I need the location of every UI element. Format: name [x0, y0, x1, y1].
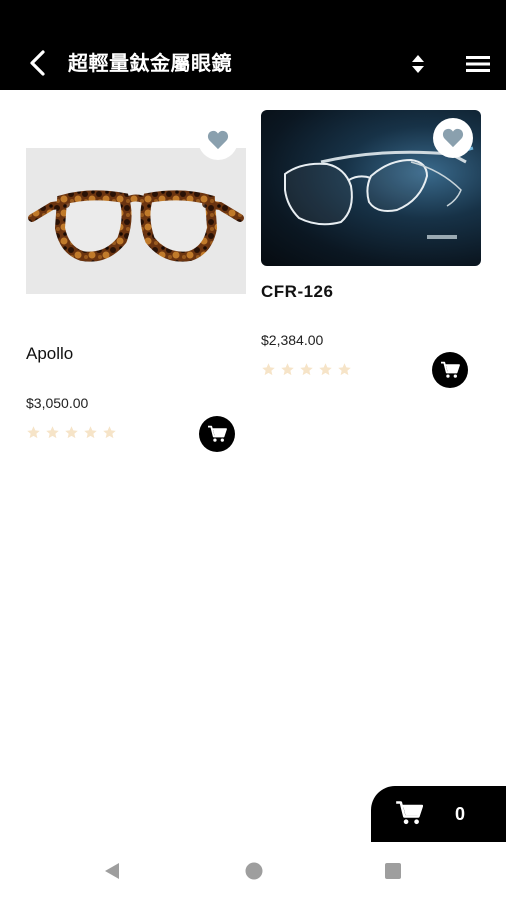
favorite-button[interactable] [433, 118, 473, 158]
star-icon [338, 363, 351, 376]
sort-button[interactable] [404, 50, 432, 78]
favorite-button[interactable] [198, 120, 238, 160]
product-price: $3,050.00 [26, 395, 89, 411]
heart-icon [442, 128, 464, 148]
page-title: 超輕量鈦金屬眼鏡 [68, 51, 232, 75]
cart-count: 0 [455, 804, 466, 824]
star-icon [65, 426, 78, 439]
star-icon [27, 426, 40, 439]
product-price: $2,384.00 [261, 332, 324, 348]
hamburger-menu-icon [466, 56, 490, 72]
nav-recents-icon[interactable] [384, 862, 402, 880]
chevron-left-icon [30, 50, 45, 76]
sort-icon [412, 55, 424, 73]
product-name[interactable]: CFR-126 [261, 282, 333, 302]
star-icon [319, 363, 332, 376]
back-button[interactable] [22, 46, 52, 80]
system-nav-bar [0, 842, 506, 900]
cart-icon [208, 425, 227, 442]
product-image[interactable] [26, 148, 246, 294]
star-icon [262, 363, 275, 376]
cart-icon [441, 361, 460, 378]
star-icon [300, 363, 313, 376]
rating-stars [26, 425, 117, 440]
nav-home-icon[interactable] [244, 861, 264, 881]
product-name[interactable]: Apollo [26, 344, 73, 364]
menu-button[interactable] [462, 50, 494, 78]
star-icon [46, 426, 59, 439]
product-grid: Apollo $3,050.00 CFR-126 $2,384.00 [0, 90, 506, 790]
add-to-cart-button[interactable] [432, 352, 468, 388]
star-icon [84, 426, 97, 439]
rating-stars [261, 362, 352, 377]
app-bar: 超輕量鈦金屬眼鏡 [0, 36, 506, 90]
nav-back-icon[interactable] [102, 861, 122, 881]
heart-icon [207, 130, 229, 150]
star-icon [281, 363, 294, 376]
tortoiseshell-glasses-image [28, 190, 244, 262]
cart-floating-button[interactable]: 0 [371, 786, 506, 842]
add-to-cart-button[interactable] [199, 416, 235, 452]
status-bar [0, 0, 506, 36]
cart-icon [396, 801, 423, 825]
star-icon [103, 426, 116, 439]
